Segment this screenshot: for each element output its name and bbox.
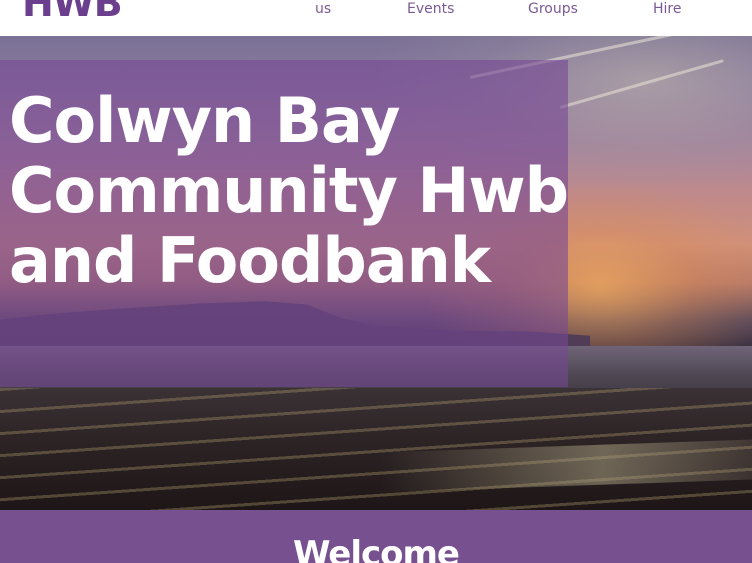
site-logo[interactable]: HWB xyxy=(22,0,123,22)
nav-item-about-us[interactable]: us xyxy=(315,0,331,20)
hero-title: Colwyn Bay Community Hwb and Foodbank xyxy=(9,84,569,297)
site-header: HWB us Events Groups Hire xyxy=(0,0,752,36)
nav-item-events[interactable]: Events xyxy=(407,0,454,20)
nav-item-hire[interactable]: Hire xyxy=(653,0,681,20)
welcome-heading: Welcome xyxy=(292,534,460,563)
nav-item-groups[interactable]: Groups xyxy=(528,0,578,20)
welcome-section: Welcome xyxy=(0,510,752,563)
